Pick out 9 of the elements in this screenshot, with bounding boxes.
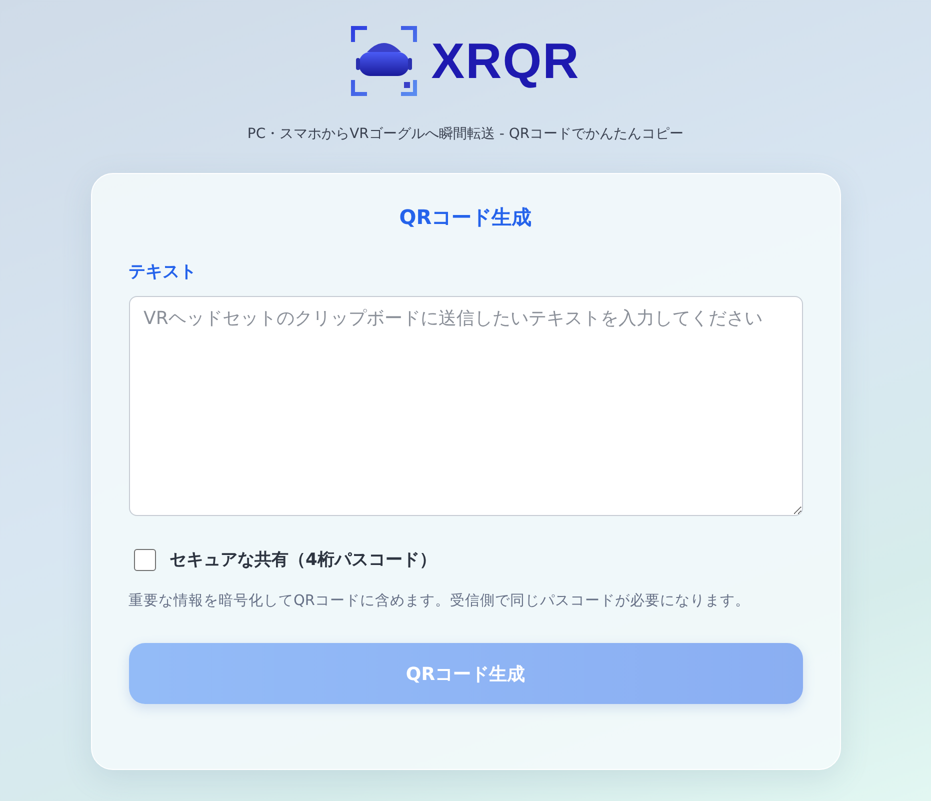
checkbox-label[interactable]: セキュアな共有（4桁パスコード） <box>170 548 436 571</box>
help-text: 重要な情報を暗号化してQRコードに含めます。受信側で同じパスコードが必要になります。 <box>128 592 751 611</box>
vr-headset-logo-icon <box>351 26 418 96</box>
secure-checkbox[interactable] <box>134 548 156 570</box>
tagline: PC・スマホからVRゴーグルへ瞬間転送 - QRコードでかんたんコピー <box>247 125 684 144</box>
text-input-field[interactable]: VRヘッドセットのクリップボードに送信したいテキストを入力してください <box>128 296 802 516</box>
card-title: QRコード生成 <box>398 204 533 231</box>
logo-text: XRQR <box>431 32 580 90</box>
field-label: テキスト <box>128 261 198 284</box>
